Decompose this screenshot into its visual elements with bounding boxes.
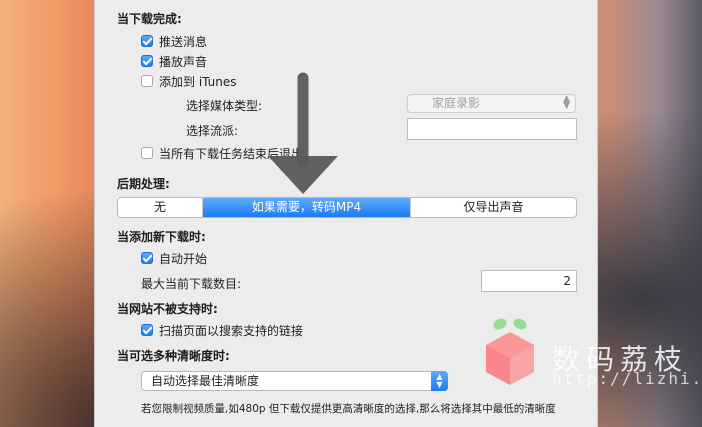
play-sound-checkbox[interactable] — [141, 55, 153, 67]
multiple-qualities-heading: 当可选多种清晰度时: — [117, 349, 230, 363]
genre-label: 选择流派: — [186, 124, 239, 138]
new-download-heading: 当添加新下载时: — [117, 230, 206, 244]
add-to-itunes-checkbox[interactable] — [141, 75, 153, 87]
add-to-itunes-label: 添加到 iTunes — [159, 75, 237, 89]
download-complete-heading: 当下载完成: — [117, 12, 182, 26]
scan-links-checkbox[interactable] — [141, 324, 153, 336]
annotation-down-arrow-icon — [268, 72, 338, 194]
quality-popup-button[interactable]: 自动选择最佳清晰度 ▲ ▼ — [141, 371, 448, 391]
genre-input[interactable] — [407, 118, 577, 140]
unsupported-site-heading: 当网站不被支持时: — [117, 302, 218, 316]
quality-note: 若您限制视频质量,如480p 但下载仅提供更高清晰度的选择,那么将选择其中最低的… — [141, 403, 556, 415]
lizhi-logo-icon — [486, 318, 534, 385]
max-downloads-label: 最大当前下载数目: — [141, 277, 242, 291]
select-arrows-icon: ▲ ▼ — [563, 94, 570, 111]
media-type-select[interactable]: 家庭录影 ▲ ▼ — [407, 94, 576, 113]
post-processing-segmented-control: 无 如果需要，转码MP4 仅导出声音 — [117, 197, 577, 218]
auto-start-checkbox[interactable] — [141, 252, 153, 264]
segment-none[interactable]: 无 — [118, 198, 203, 217]
popup-arrows-icon: ▲ ▼ — [431, 371, 448, 391]
max-downloads-input[interactable]: 2 — [481, 270, 577, 292]
quality-popup-value: 自动选择最佳清晰度 — [151, 374, 260, 388]
media-type-label: 选择媒体类型: — [186, 99, 263, 113]
watermark-url: http://lizhi.io — [552, 369, 702, 388]
segment-transcode-mp4[interactable]: 如果需要，转码MP4 — [203, 198, 410, 217]
push-notification-label: 推送消息 — [159, 35, 208, 49]
quit-when-done-checkbox[interactable] — [141, 147, 153, 159]
push-notification-checkbox[interactable] — [141, 35, 153, 47]
post-processing-heading: 后期处理: — [117, 177, 170, 191]
play-sound-label: 播放声音 — [159, 55, 208, 69]
segment-audio-only[interactable]: 仅导出声音 — [410, 198, 576, 217]
media-type-value: 家庭录影 — [432, 96, 481, 110]
auto-start-label: 自动开始 — [159, 252, 208, 266]
scan-links-label: 扫描页面以搜索支持的链接 — [159, 324, 304, 338]
